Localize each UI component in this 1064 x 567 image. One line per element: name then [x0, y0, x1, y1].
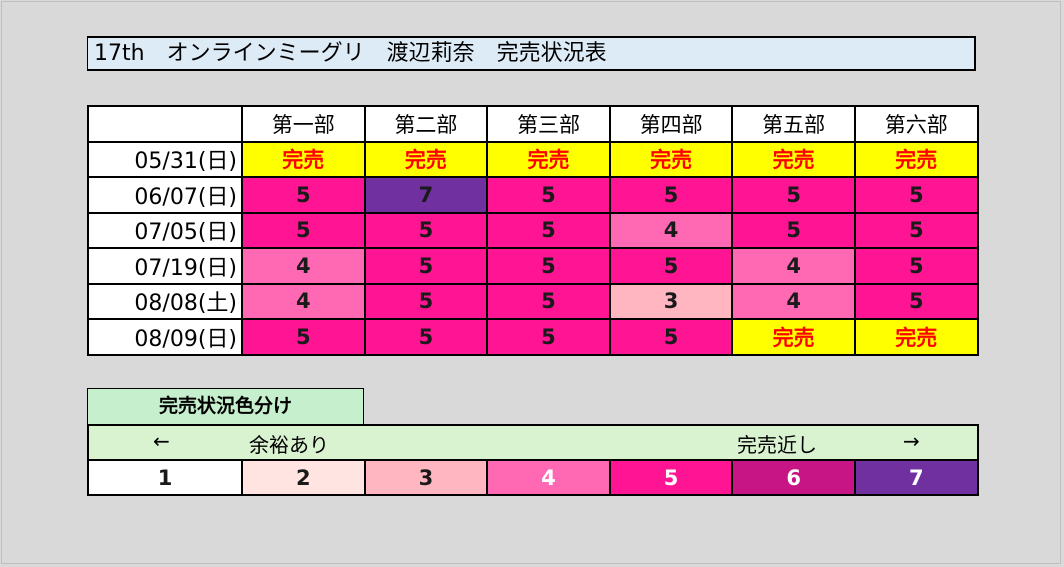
availability-cell[interactable]: 5 — [363, 211, 489, 249]
legend-table: ← 余裕あり 完売近し → 1234567 — [87, 424, 979, 496]
availability-cell[interactable]: 3 — [608, 282, 734, 320]
legend-level-3[interactable]: 3 — [363, 459, 489, 496]
page-title[interactable]: 17th オンラインミーグリ 渡辺莉奈 完売状況表 — [87, 36, 976, 71]
date-cell[interactable]: 07/19(日) — [87, 247, 243, 285]
legend-title[interactable]: 完売状況色分け — [87, 388, 364, 424]
date-cell[interactable]: 06/07(日) — [87, 176, 243, 214]
legend-scale-caption[interactable]: ← 余裕あり 完売近し → — [87, 424, 979, 461]
availability-cell[interactable]: 5 — [731, 211, 856, 249]
sold-out-cell[interactable]: 完売 — [731, 318, 856, 356]
availability-cell[interactable]: 4 — [731, 282, 856, 320]
sold-out-cell[interactable]: 完売 — [241, 140, 366, 178]
legend-level-6[interactable]: 6 — [731, 459, 856, 496]
availability-cell[interactable]: 5 — [363, 247, 489, 285]
sold-out-cell[interactable]: 完売 — [731, 140, 856, 178]
legend-level-1[interactable]: 1 — [87, 459, 243, 496]
date-cell[interactable]: 05/31(日) — [87, 140, 243, 178]
availability-cell[interactable]: 5 — [731, 176, 856, 214]
availability-cell[interactable]: 4 — [731, 247, 856, 285]
availability-cell[interactable]: 5 — [241, 318, 366, 356]
column-header-3[interactable]: 第三部 — [486, 105, 611, 143]
column-header-6[interactable]: 第六部 — [853, 105, 979, 143]
sold-out-cell[interactable]: 完売 — [853, 140, 979, 178]
availability-cell[interactable]: 5 — [241, 176, 366, 214]
availability-cell[interactable]: 7 — [363, 176, 489, 214]
availability-cell[interactable]: 5 — [486, 282, 611, 320]
sold-out-cell[interactable]: 完売 — [608, 140, 734, 178]
availability-cell[interactable]: 5 — [608, 318, 734, 356]
availability-cell[interactable]: 4 — [608, 211, 734, 249]
column-header-5[interactable]: 第五部 — [731, 105, 856, 143]
availability-cell[interactable]: 5 — [608, 247, 734, 285]
arrow-left-icon: ← — [153, 429, 170, 453]
date-cell[interactable]: 07/05(日) — [87, 211, 243, 249]
availability-cell[interactable]: 5 — [486, 211, 611, 249]
date-cell[interactable]: 08/08(土) — [87, 282, 243, 320]
schedule-table: 第一部 第二部 第三部 第四部 第五部 第六部 05/31(日) 完売 完売 完売 完売 完売 完売 06… — [87, 105, 979, 356]
availability-cell[interactable]: 4 — [241, 247, 366, 285]
availability-cell[interactable]: 4 — [241, 282, 366, 320]
availability-cell[interactable]: 5 — [486, 318, 611, 356]
column-header-1[interactable]: 第一部 — [241, 105, 366, 143]
availability-cell[interactable]: 5 — [486, 247, 611, 285]
availability-cell[interactable]: 5 — [608, 176, 734, 214]
sold-out-cell[interactable]: 完売 — [363, 140, 489, 178]
availability-cell[interactable]: 5 — [853, 211, 979, 249]
sold-out-cell[interactable]: 完売 — [486, 140, 611, 178]
legend-nearly-sold-out-label: 完売近し — [737, 433, 817, 457]
availability-cell[interactable]: 5 — [241, 211, 366, 249]
availability-cell[interactable]: 5 — [853, 282, 979, 320]
availability-cell[interactable]: 5 — [853, 176, 979, 214]
availability-cell[interactable]: 5 — [853, 247, 979, 285]
arrow-right-icon: → — [903, 429, 920, 453]
legend-level-2[interactable]: 2 — [241, 459, 366, 496]
availability-cell[interactable]: 5 — [363, 318, 489, 356]
legend-plenty-label: 余裕あり — [249, 433, 329, 457]
legend-level-4[interactable]: 4 — [486, 459, 611, 496]
column-header-4[interactable]: 第四部 — [608, 105, 734, 143]
sold-out-cell[interactable]: 完売 — [853, 318, 979, 356]
availability-cell[interactable]: 5 — [486, 176, 611, 214]
header-corner-cell[interactable] — [87, 105, 243, 143]
column-header-2[interactable]: 第二部 — [363, 105, 489, 143]
legend-level-5[interactable]: 5 — [608, 459, 734, 496]
availability-cell[interactable]: 5 — [363, 282, 489, 320]
date-cell[interactable]: 08/09(日) — [87, 318, 243, 356]
legend-level-7[interactable]: 7 — [853, 459, 979, 496]
